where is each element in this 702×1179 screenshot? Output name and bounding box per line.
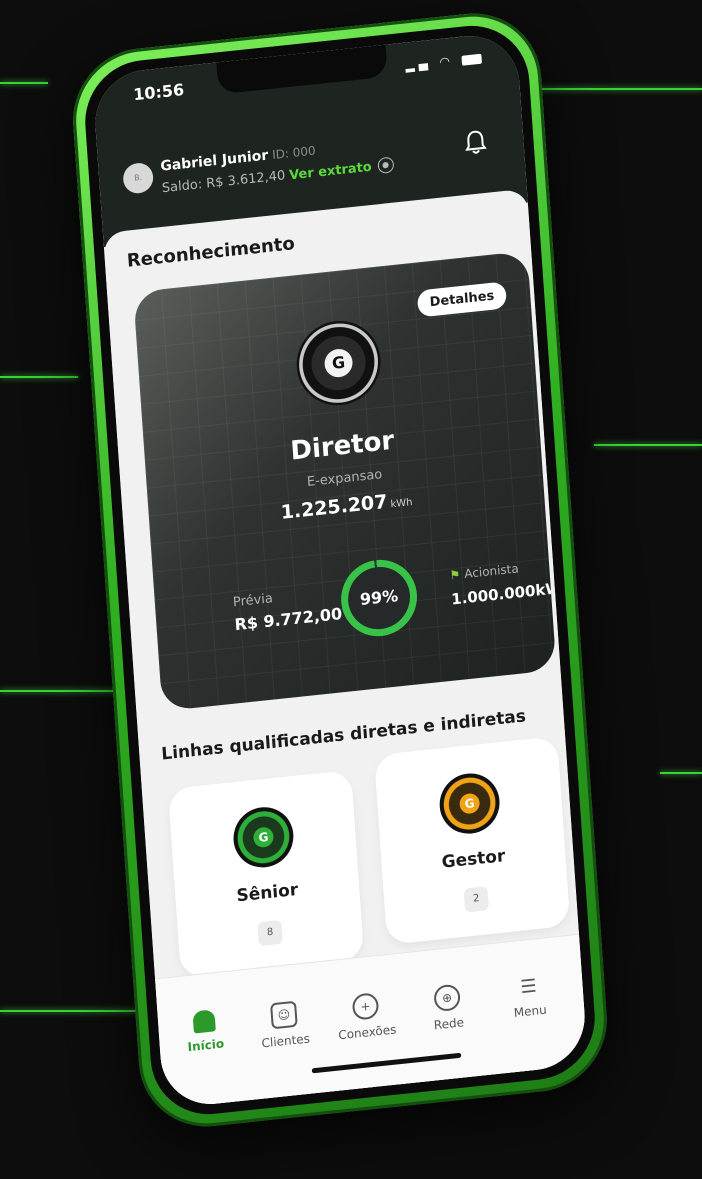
- home-icon: [192, 1009, 216, 1034]
- user-icon: ☺: [270, 1000, 298, 1030]
- nav-item-clients[interactable]: ☺ Clientes: [243, 998, 326, 1052]
- status-icons: ▂▄ ◠: [405, 51, 482, 73]
- nav-label: Clientes: [261, 1031, 311, 1051]
- wifi-icon: ◠: [439, 53, 455, 70]
- signal-icon: ▂▄: [404, 55, 433, 73]
- nav-item-menu[interactable]: ☰ Menu: [488, 972, 571, 1022]
- nav-label: Menu: [513, 1002, 548, 1020]
- nav-item-connections[interactable]: + Conexões: [325, 989, 408, 1043]
- nav-item-home[interactable]: Início: [164, 1006, 247, 1056]
- phone-frame: 10:56 ▂▄ ◠ B. Gabriel Junior ID: 000 Sald…: [68, 6, 612, 1134]
- main-content: Reconhecimento Detalhes G Diretor E-expa…: [102, 188, 589, 1110]
- qualified-line-count: 8: [257, 919, 283, 947]
- manager-badge-icon: G: [437, 770, 502, 837]
- qualified-line-count: 2: [463, 886, 490, 913]
- nav-label: Conexões: [337, 1022, 397, 1043]
- nav-label: Início: [187, 1036, 225, 1055]
- home-indicator: [311, 1052, 462, 1074]
- nav-label: Rede: [433, 1015, 465, 1033]
- globe-icon: ⊕: [433, 983, 461, 1013]
- badge-logo: G: [252, 826, 275, 849]
- avatar[interactable]: B.: [122, 161, 155, 195]
- menu-icon: ☰: [519, 975, 538, 999]
- flag-icon: ⚑: [449, 567, 461, 583]
- qualified-line-card[interactable]: G Gestor 2: [374, 736, 571, 945]
- qualified-line-name: Gestor: [441, 846, 506, 873]
- recognition-card[interactable]: Detalhes G Diretor E-expansao 1.225.207 k…: [133, 250, 557, 712]
- plus-circle-icon: +: [351, 992, 380, 1021]
- bell-icon[interactable]: [463, 129, 489, 157]
- user-id: ID: 000: [271, 143, 317, 163]
- badge-logo: G: [458, 792, 481, 815]
- eye-icon[interactable]: ●: [377, 156, 395, 175]
- badge-logo: G: [323, 347, 354, 379]
- senior-badge-icon: G: [231, 804, 296, 871]
- status-time: 10:56: [132, 79, 185, 105]
- battery-icon: [461, 53, 482, 66]
- notch: [216, 44, 388, 95]
- progress-label: 99%: [346, 563, 413, 633]
- section-title-recognition: Reconhecimento: [126, 233, 296, 272]
- phone-screen: 10:56 ▂▄ ◠ B. Gabriel Junior ID: 000 Sald…: [91, 30, 589, 1110]
- view-statement-link[interactable]: Ver extrato: [289, 159, 373, 183]
- energy-unit: kWh: [390, 497, 413, 511]
- nav-item-network[interactable]: ⊕ Rede: [406, 981, 489, 1035]
- qualified-line-name: Sênior: [235, 879, 299, 907]
- qualified-line-card[interactable]: G Sênior 8: [167, 769, 365, 979]
